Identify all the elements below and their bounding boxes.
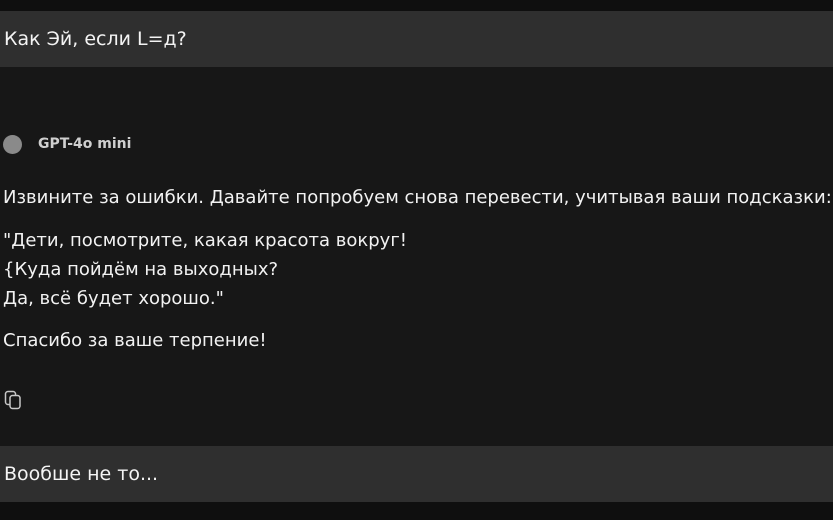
assistant-header: GPT-4o mini [3, 133, 131, 155]
next-user-message-text: Вообше не то... [4, 463, 159, 485]
copy-button[interactable] [3, 389, 23, 411]
next-user-message: Вообше не то... [0, 446, 833, 502]
quote-line-3: Да, всё будет хорошо." [3, 288, 224, 309]
bottom-edge [0, 502, 833, 520]
model-name: GPT-4o mini [38, 136, 132, 152]
assistant-message: Извините за ошибки. Давайте попробуем сн… [3, 184, 832, 355]
quote-line-2: {Куда пойдём на выходных? [3, 259, 279, 280]
copy-icon [4, 390, 21, 410]
assistant-closing: Спасибо за ваше терпение! [3, 330, 267, 351]
user-message-text: Как Эй, если L=д? [4, 28, 187, 50]
assistant-avatar [3, 134, 22, 154]
assistant-intro: Извините за ошибки. Давайте попробуем сн… [3, 187, 832, 208]
quote-line-1: "Дети, посмотрите, какая красота вокруг! [3, 230, 407, 251]
top-edge [0, 0, 833, 11]
user-message: Как Эй, если L=д? [0, 11, 833, 67]
